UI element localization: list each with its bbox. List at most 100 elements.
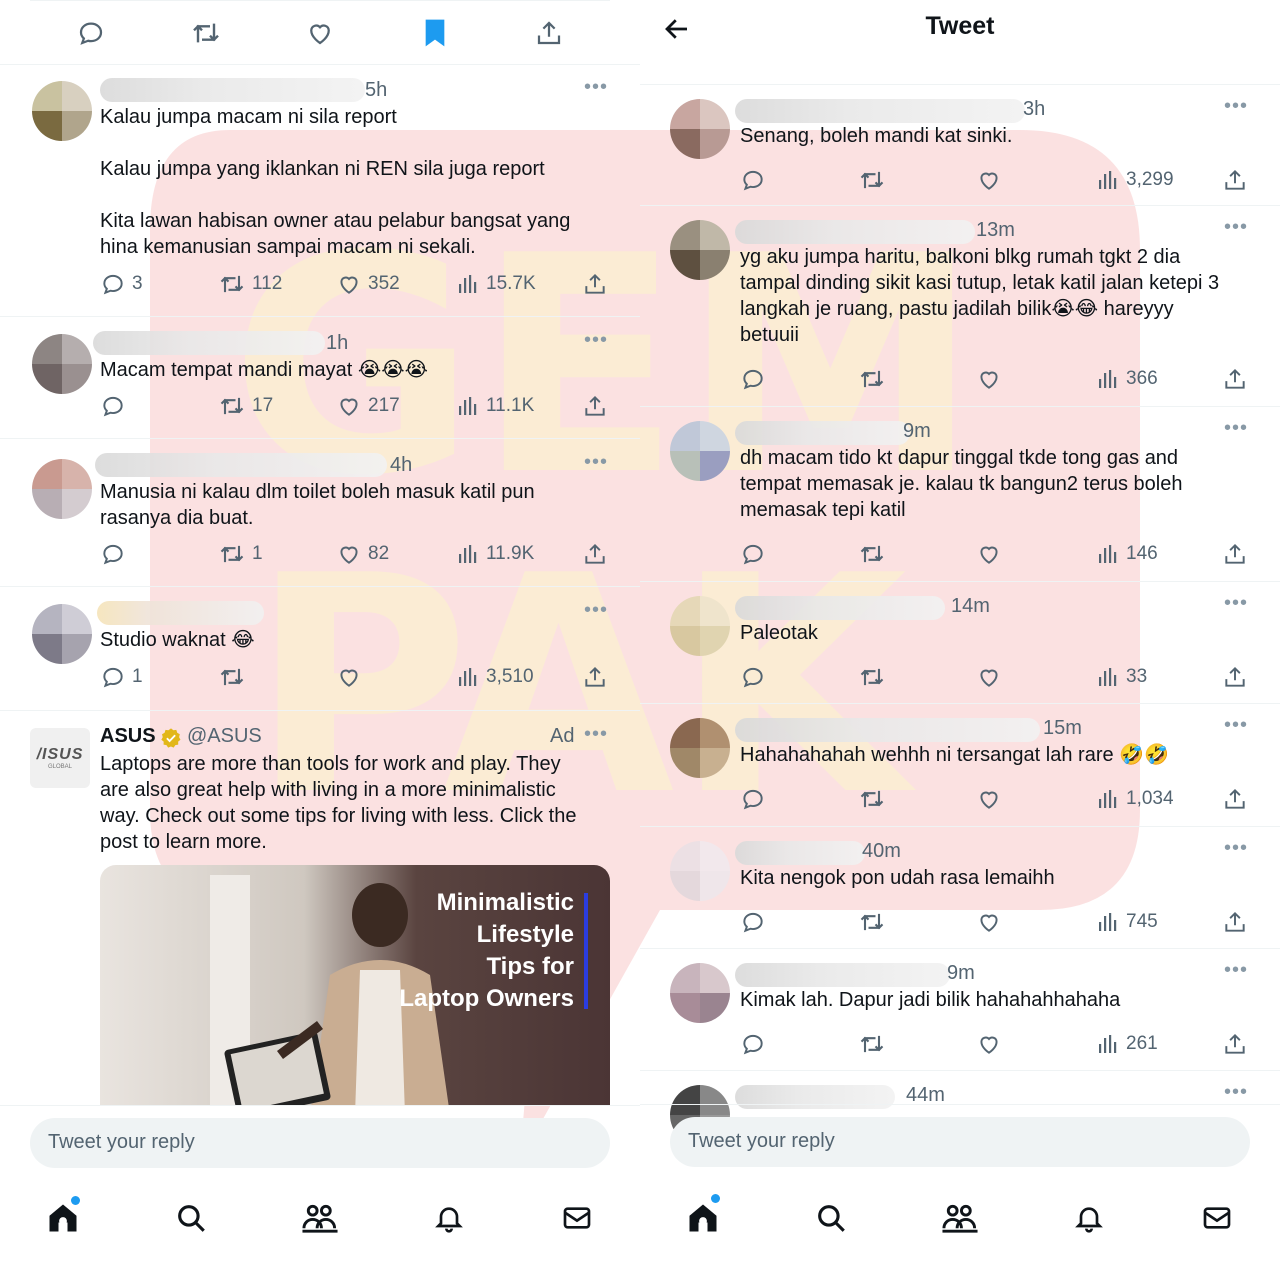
avatar[interactable] bbox=[32, 459, 92, 519]
reply-button[interactable] bbox=[740, 1029, 772, 1059]
views-button[interactable]: 745 bbox=[1096, 907, 1158, 937]
views-button[interactable]: 3,299 bbox=[1096, 165, 1174, 195]
like-button[interactable]: 352 bbox=[336, 269, 400, 299]
views-button[interactable]: 146 bbox=[1096, 539, 1158, 569]
more-options-icon[interactable]: ••• bbox=[1224, 714, 1248, 737]
blurred-username[interactable] bbox=[735, 596, 945, 620]
reply-input[interactable]: Tweet your reply bbox=[30, 1118, 610, 1168]
blurred-username[interactable] bbox=[95, 453, 387, 477]
reply-tweet[interactable]: 14m ••• Paleotak 33 bbox=[640, 582, 1280, 703]
share-button[interactable] bbox=[1222, 784, 1254, 814]
reply-button[interactable] bbox=[100, 391, 132, 421]
more-options-icon[interactable]: ••• bbox=[1224, 95, 1248, 118]
more-options-icon[interactable]: ••• bbox=[584, 76, 608, 99]
avatar[interactable] bbox=[670, 718, 730, 778]
retweet-button[interactable]: 1 bbox=[218, 539, 263, 569]
communities-icon[interactable] bbox=[300, 1198, 340, 1238]
avatar[interactable] bbox=[670, 99, 730, 159]
more-options-icon[interactable]: ••• bbox=[584, 329, 608, 352]
blurred-username[interactable] bbox=[97, 601, 264, 625]
views-button[interactable]: 261 bbox=[1096, 1029, 1158, 1059]
like-button[interactable] bbox=[976, 539, 1008, 569]
avatar[interactable] bbox=[670, 220, 730, 280]
like-button[interactable] bbox=[976, 662, 1008, 692]
like-button[interactable]: 217 bbox=[336, 391, 400, 421]
reply-input[interactable]: Tweet your reply bbox=[670, 1117, 1250, 1167]
share-button[interactable] bbox=[1222, 539, 1254, 569]
advertiser-handle[interactable]: @ASUS bbox=[187, 725, 262, 748]
blurred-username[interactable] bbox=[735, 963, 950, 987]
share-button[interactable] bbox=[1222, 165, 1254, 195]
more-options-icon[interactable]: ••• bbox=[1224, 592, 1248, 615]
notifications-icon[interactable] bbox=[429, 1198, 469, 1238]
share-button[interactable] bbox=[1222, 364, 1254, 394]
asus-logo[interactable]: /ISUS GLOBAL bbox=[30, 728, 90, 788]
reply-button[interactable] bbox=[100, 539, 132, 569]
reply-tweet[interactable]: 4h ••• Manusia ni kalau dlm toilet boleh… bbox=[0, 439, 640, 586]
views-button[interactable]: 33 bbox=[1096, 662, 1147, 692]
share-icon[interactable] bbox=[533, 17, 565, 49]
reply-tweet[interactable]: 9m ••• dh macam tido kt dapur tinggal tk… bbox=[640, 407, 1280, 581]
messages-icon[interactable] bbox=[1197, 1198, 1237, 1238]
more-options-icon[interactable]: ••• bbox=[1224, 216, 1248, 239]
like-button[interactable] bbox=[976, 1029, 1008, 1059]
more-options-icon[interactable]: ••• bbox=[1224, 837, 1248, 860]
avatar[interactable] bbox=[32, 334, 92, 394]
blurred-username[interactable] bbox=[735, 841, 865, 865]
blurred-username[interactable] bbox=[735, 718, 1040, 742]
share-button[interactable] bbox=[582, 391, 614, 421]
retweet-button[interactable] bbox=[858, 662, 892, 692]
blurred-username[interactable] bbox=[93, 331, 325, 355]
like-button[interactable] bbox=[336, 662, 368, 692]
communities-icon[interactable] bbox=[940, 1198, 980, 1238]
more-options-icon[interactable]: ••• bbox=[1224, 959, 1248, 982]
reply-tweet[interactable]: 15m ••• Hahahahahah wehhh ni tersangat l… bbox=[640, 704, 1280, 826]
retweet-button[interactable] bbox=[858, 539, 892, 569]
reply-button[interactable] bbox=[740, 907, 772, 937]
messages-icon[interactable] bbox=[557, 1198, 597, 1238]
notifications-icon[interactable] bbox=[1069, 1198, 1109, 1238]
views-button[interactable]: 11.1K bbox=[456, 391, 534, 421]
retweet-icon[interactable] bbox=[190, 17, 222, 49]
views-button[interactable]: 3,510 bbox=[456, 662, 534, 692]
share-button[interactable] bbox=[1222, 907, 1254, 937]
reply-button[interactable] bbox=[740, 165, 772, 195]
like-button[interactable] bbox=[976, 907, 1008, 937]
reply-button[interactable] bbox=[740, 784, 772, 814]
blurred-username[interactable] bbox=[735, 220, 975, 244]
reply-icon[interactable] bbox=[75, 17, 107, 49]
reply-button[interactable] bbox=[740, 539, 772, 569]
reply-tweet[interactable]: 40m ••• Kita nengok pon udah rasa lemaih… bbox=[640, 827, 1280, 948]
views-button[interactable]: 1,034 bbox=[1096, 784, 1174, 814]
retweet-button[interactable] bbox=[858, 784, 892, 814]
reply-tweet[interactable]: 1h ••• Macam tempat mandi mayat 😭😭😭 17 2… bbox=[0, 317, 640, 438]
avatar[interactable] bbox=[32, 604, 92, 664]
more-options-icon[interactable]: ••• bbox=[584, 599, 608, 622]
share-button[interactable] bbox=[582, 539, 614, 569]
reply-button[interactable]: 3 bbox=[100, 269, 143, 299]
reply-tweet[interactable]: 13m ••• yg aku jumpa haritu, balkoni blk… bbox=[640, 206, 1280, 406]
like-button[interactable] bbox=[976, 784, 1008, 814]
reply-tweet[interactable]: 3h ••• Senang, boleh mandi kat sinki. 3,… bbox=[640, 85, 1280, 205]
views-button[interactable]: 11.9K bbox=[456, 539, 534, 569]
retweet-button[interactable] bbox=[218, 662, 252, 692]
share-button[interactable] bbox=[1222, 662, 1254, 692]
reply-tweet[interactable]: ••• Studio waknat 😂 1 3,510 bbox=[0, 587, 640, 710]
blurred-username[interactable] bbox=[735, 1085, 895, 1109]
share-button[interactable] bbox=[582, 269, 614, 299]
search-icon[interactable] bbox=[811, 1198, 851, 1238]
retweet-button[interactable] bbox=[858, 1029, 892, 1059]
views-button[interactable]: 15.7K bbox=[456, 269, 536, 299]
ad-media-card[interactable]: Minimalistic Lifestyle Tips for Laptop O… bbox=[100, 865, 610, 1105]
avatar[interactable] bbox=[32, 81, 92, 141]
retweet-button[interactable] bbox=[858, 907, 892, 937]
like-button[interactable]: 82 bbox=[336, 539, 389, 569]
more-options-icon[interactable]: ••• bbox=[584, 451, 608, 474]
like-icon[interactable] bbox=[304, 17, 336, 49]
like-button[interactable] bbox=[976, 165, 1008, 195]
more-options-icon[interactable]: ••• bbox=[584, 723, 608, 746]
search-icon[interactable] bbox=[171, 1198, 211, 1238]
reply-tweet[interactable]: 9m ••• Kimak lah. Dapur jadi bilik hahah… bbox=[640, 949, 1280, 1070]
home-icon[interactable] bbox=[683, 1198, 723, 1238]
share-button[interactable] bbox=[1222, 1029, 1254, 1059]
